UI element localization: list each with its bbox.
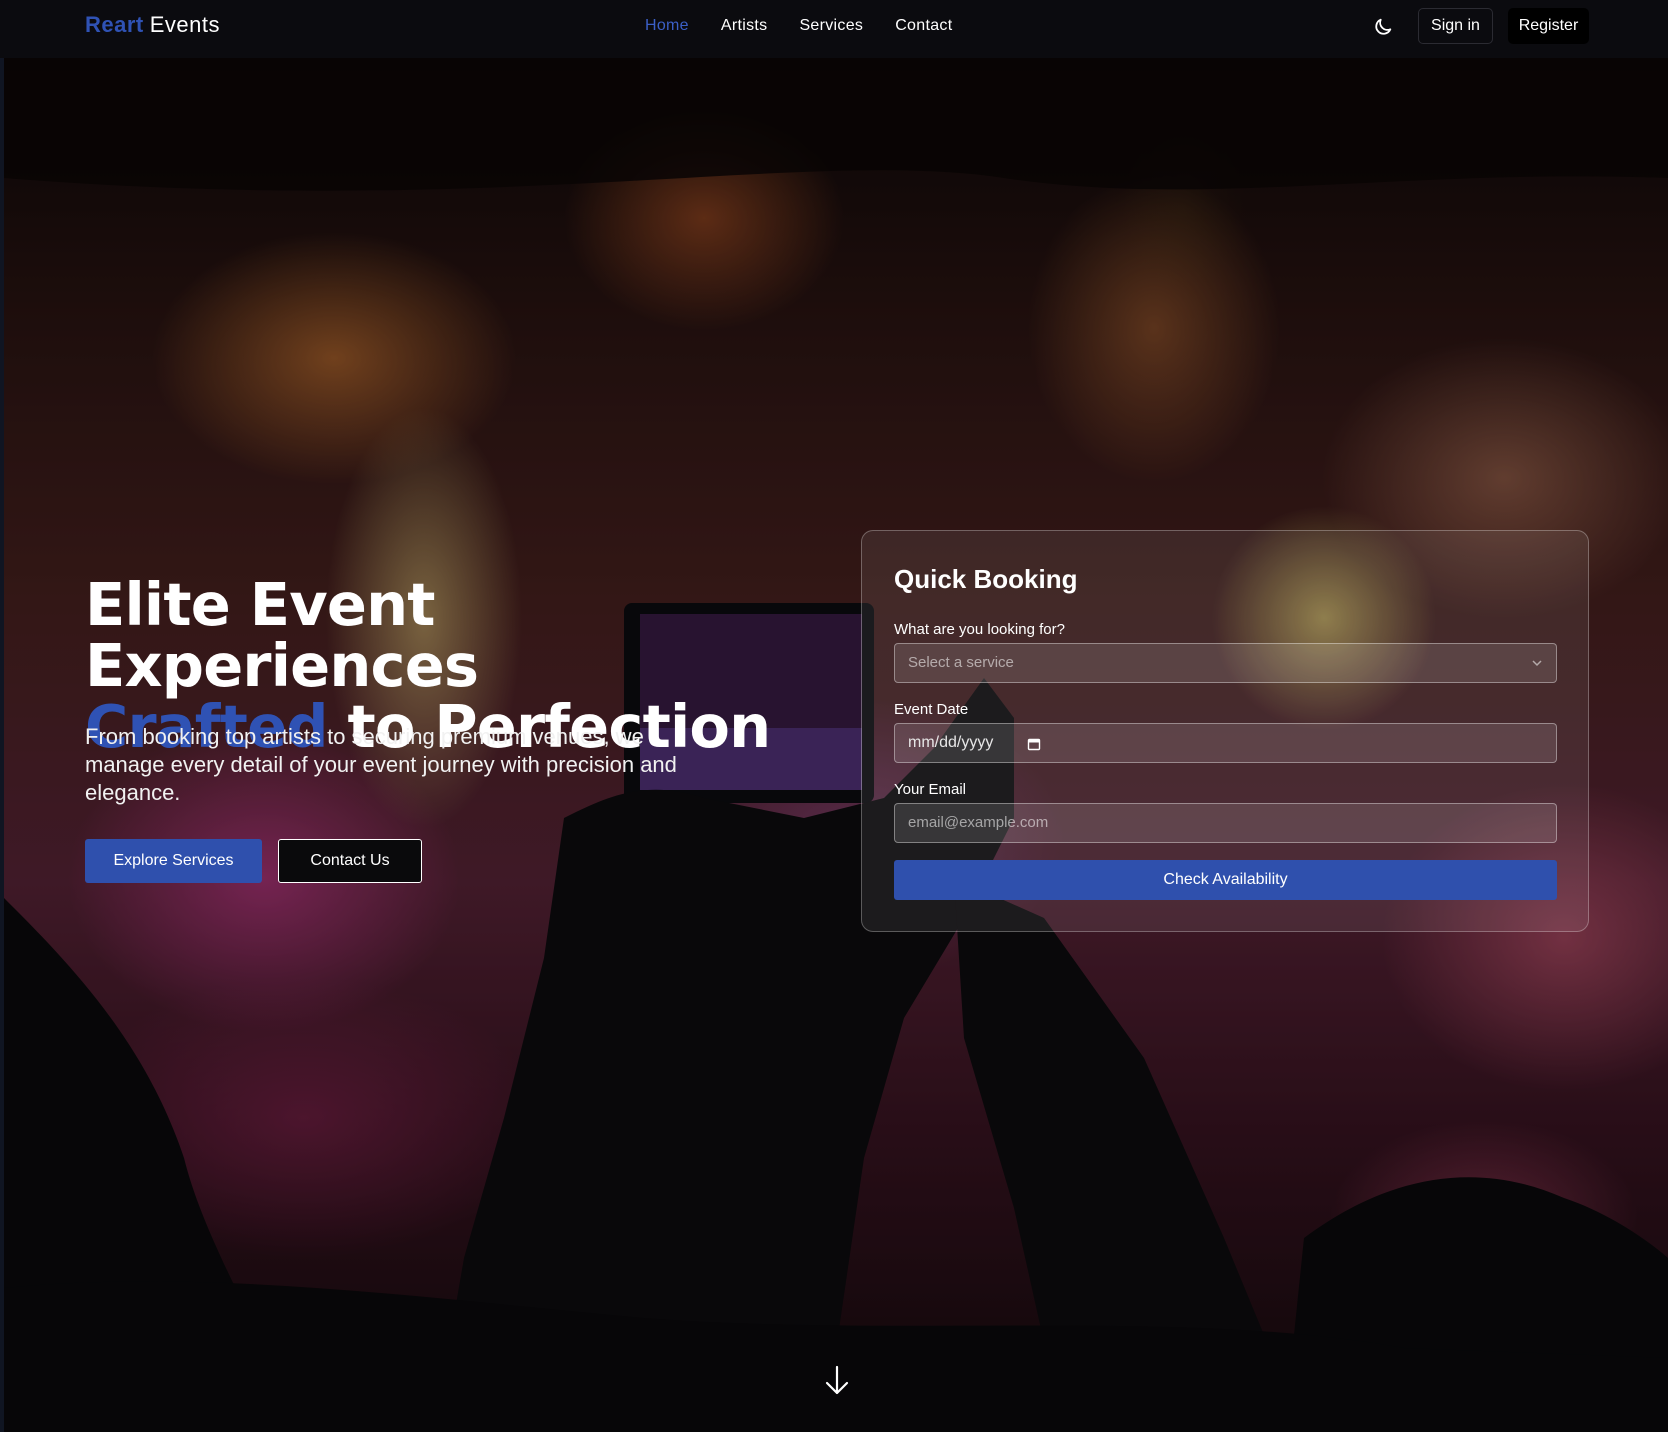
hero-subtitle: From booking top artists to securing pre… <box>85 724 677 805</box>
brand-accent-text: Reart <box>85 12 144 37</box>
quick-booking-card: Quick Booking What are you looking for? … <box>861 530 1589 932</box>
explore-services-button[interactable]: Explore Services <box>85 839 262 883</box>
nav-link-artists[interactable]: Artists <box>721 17 768 35</box>
moon-icon[interactable] <box>1372 16 1394 38</box>
nav-link-services[interactable]: Services <box>799 17 863 35</box>
email-input[interactable]: email@example.com <box>894 803 1557 843</box>
hero-title-line1: Elite Event Experiences <box>85 570 479 700</box>
register-button[interactable]: Register <box>1508 8 1589 44</box>
email-label: Your Email <box>894 781 966 798</box>
service-select-placeholder: Select a service <box>908 654 1014 671</box>
email-placeholder: email@example.com <box>908 814 1049 831</box>
arrow-down-icon[interactable] <box>824 1365 850 1397</box>
chevron-down-icon <box>1532 660 1542 667</box>
nav-link-contact[interactable]: Contact <box>895 17 952 35</box>
date-placeholder: mm/dd/yyyy <box>908 734 994 751</box>
brand-logo[interactable]: Reart Events <box>85 12 220 38</box>
booking-title: Quick Booking <box>894 564 1078 594</box>
sign-in-button[interactable]: Sign in <box>1418 8 1493 44</box>
calendar-icon[interactable] <box>1027 737 1041 751</box>
date-label: Event Date <box>894 701 969 718</box>
check-availability-button[interactable]: Check Availability <box>894 860 1557 900</box>
event-date-input[interactable]: mm/dd/yyyy <box>894 723 1557 763</box>
service-select[interactable]: Select a service <box>894 643 1557 683</box>
top-navbar: Reart Events Home Artists Services Contac… <box>0 0 1668 58</box>
nav-links: Home Artists Services Contact <box>645 17 984 35</box>
nav-link-home[interactable]: Home <box>645 17 689 35</box>
contact-us-button[interactable]: Contact Us <box>278 839 422 883</box>
brand-rest-text: Events <box>149 12 221 37</box>
service-label: What are you looking for? <box>894 621 1065 638</box>
